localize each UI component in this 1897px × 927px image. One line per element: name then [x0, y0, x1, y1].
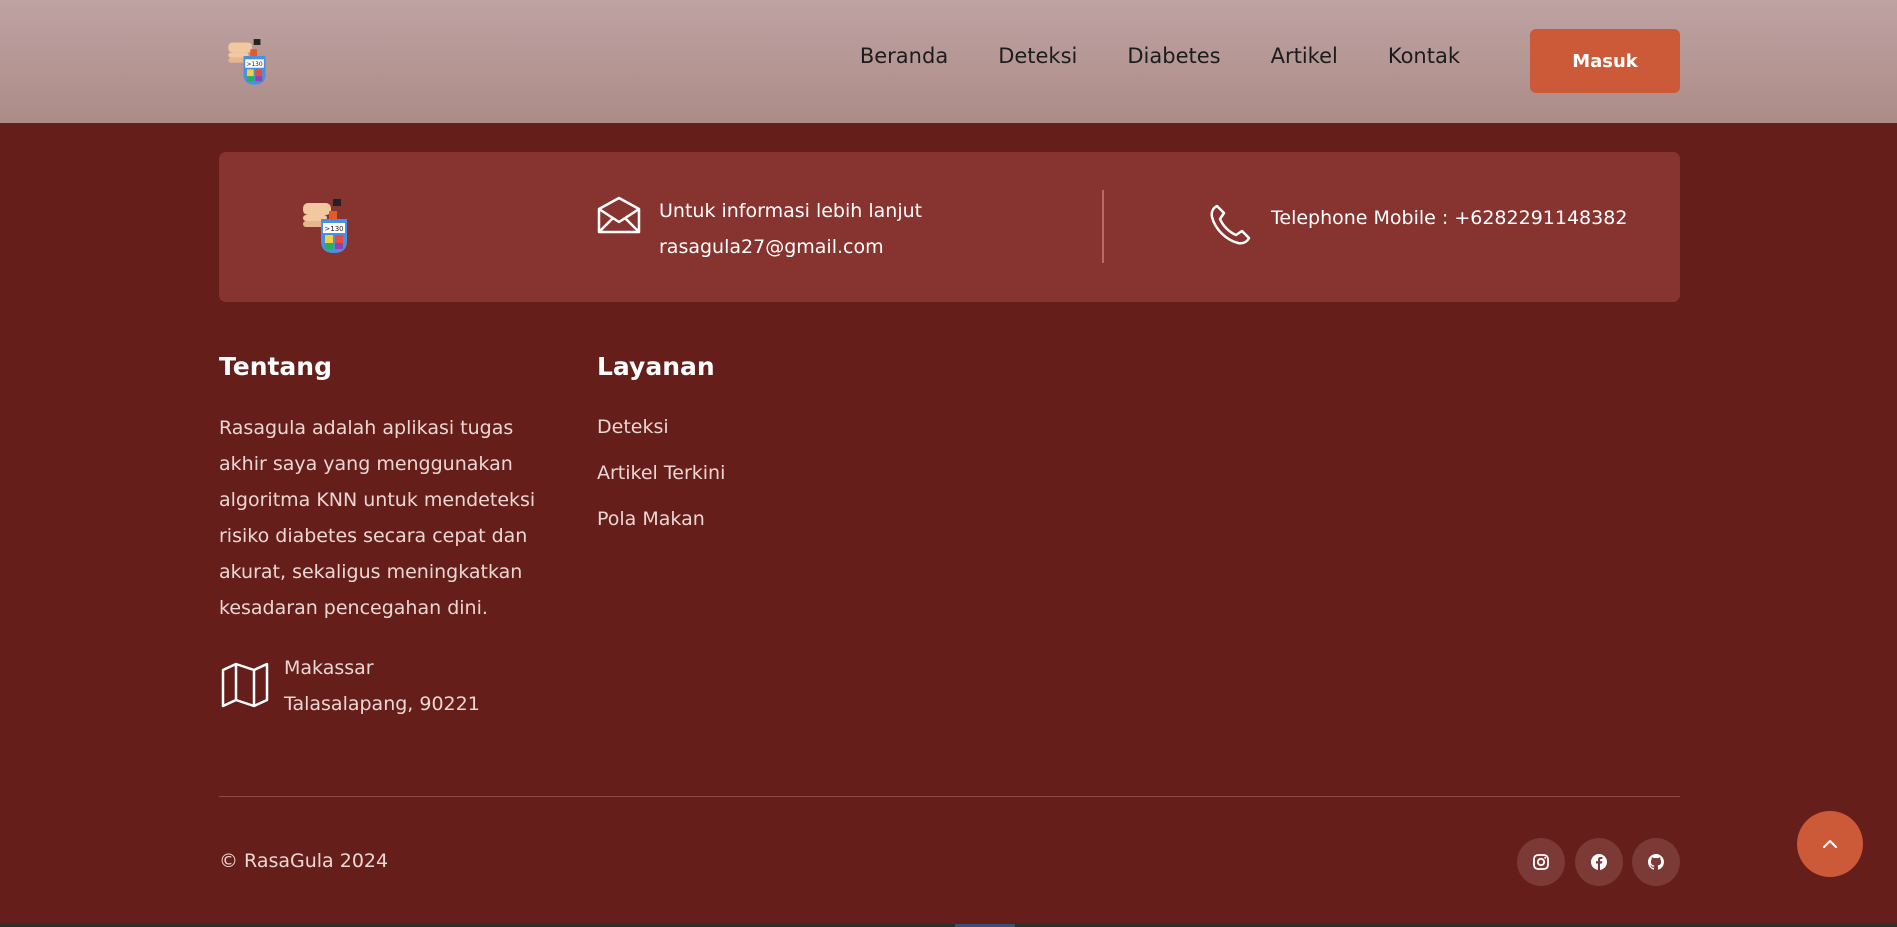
page: >130 Beranda Deteksi Diabetes Artikel Ko… — [0, 0, 1897, 927]
nav-item-deteksi[interactable]: Deteksi — [998, 44, 1077, 68]
nav-item-beranda[interactable]: Beranda — [860, 44, 948, 68]
about-line: kesadaran pencegahan dini. — [219, 597, 488, 619]
instagram-button[interactable] — [1517, 838, 1565, 886]
address-area: Talasalapang, 90221 — [284, 693, 480, 715]
contact-info-box: >130 Untuk informasi lebih lanjut rasagu… — [219, 152, 1680, 302]
copyright: © RasaGula 2024 — [219, 850, 389, 872]
footer-divider — [219, 796, 1680, 797]
address-city: Makassar — [284, 657, 374, 679]
glucose-meter-logo-icon[interactable]: >130 — [224, 34, 280, 88]
svg-text:>130: >130 — [324, 225, 343, 233]
service-link-deteksi[interactable]: Deteksi — [597, 410, 725, 456]
facebook-icon — [1591, 854, 1607, 870]
map-icon — [221, 662, 269, 708]
about-line: akhir saya yang menggunakan — [219, 453, 513, 475]
chevron-up-icon — [1823, 840, 1837, 848]
login-button[interactable]: Masuk — [1530, 29, 1680, 93]
nav-item-kontak[interactable]: Kontak — [1388, 44, 1460, 68]
about-line: Rasagula adalah aplikasi tugas — [219, 417, 514, 439]
envelope-icon — [597, 196, 641, 234]
instagram-icon — [1533, 854, 1549, 870]
github-button[interactable] — [1632, 838, 1680, 886]
svg-text:>130: >130 — [246, 62, 262, 68]
about-line: akurat, sekaligus meningkatkan — [219, 561, 523, 583]
address: Makassar Talasalapang, 90221 — [284, 650, 480, 722]
github-icon — [1648, 854, 1664, 870]
nav-item-diabetes[interactable]: Diabetes — [1127, 44, 1220, 68]
email-address[interactable]: rasagula27@gmail.com — [659, 229, 922, 265]
scroll-to-top-button[interactable] — [1797, 811, 1863, 877]
about-description: Rasagula adalah aplikasi tugas akhir say… — [219, 410, 539, 626]
glucose-meter-logo-icon: >130 — [303, 199, 347, 253]
email-info-label: Untuk informasi lebih lanjut — [659, 200, 923, 222]
info-divider — [1102, 190, 1104, 263]
service-link-artikel-terkini[interactable]: Artikel Terkini — [597, 456, 725, 502]
services-title: Layanan — [597, 352, 715, 381]
service-link-pola-makan[interactable]: Pola Makan — [597, 502, 725, 548]
phone-icon — [1210, 204, 1251, 245]
email-info: Untuk informasi lebih lanjut rasagula27@… — [659, 193, 922, 265]
main-nav: Beranda Deteksi Diabetes Artikel Kontak — [860, 44, 1460, 68]
phone-number[interactable]: Telephone Mobile : +6282291148382 — [1271, 207, 1627, 229]
facebook-button[interactable] — [1575, 838, 1623, 886]
about-line: risiko diabetes secara cepat dan — [219, 525, 528, 547]
about-title: Tentang — [219, 352, 333, 381]
site-header: >130 Beranda Deteksi Diabetes Artikel Ko… — [0, 0, 1897, 123]
about-line: algoritma KNN untuk mendeteksi — [219, 489, 536, 511]
services-list: Deteksi Artikel Terkini Pola Makan — [597, 410, 725, 548]
nav-item-artikel[interactable]: Artikel — [1271, 44, 1338, 68]
